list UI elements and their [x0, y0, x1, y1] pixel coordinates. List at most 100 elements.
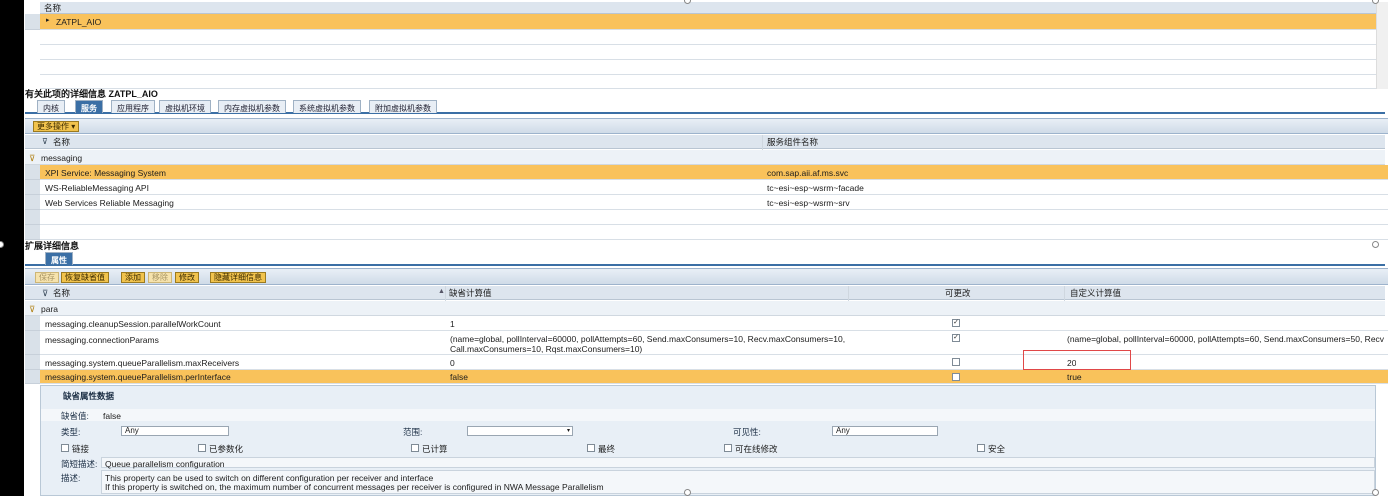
scrollbar-track[interactable] [1376, 2, 1388, 89]
property-row-selected[interactable]: messaging.system.queueParallelism.perInt… [40, 370, 1388, 384]
properties-filter-value[interactable]: para [41, 304, 58, 314]
extended-tabstrip: 属性 [25, 252, 1385, 266]
property-name: messaging.connectionParams [45, 335, 159, 345]
expand-arrow-icon[interactable]: ▸ [46, 17, 50, 25]
col-header-name[interactable]: 名称 [53, 288, 70, 298]
service-row-selected[interactable]: XPI Service: Messaging System com.sap.ai… [40, 165, 1388, 180]
restore-default-button[interactable]: 恢复缺省值 [61, 272, 109, 283]
short-desc-value: Queue parallelism configuration [105, 459, 225, 469]
services-table-header: ⊽ 名称 服务组件名称 [25, 135, 1385, 149]
tab-kernel[interactable]: 内核 [37, 100, 65, 113]
remove-button[interactable]: 移除 [148, 272, 172, 283]
flag-parameterized-label: 已参数化 [209, 444, 244, 454]
hide-details-button[interactable]: 隐藏详细信息 [210, 272, 266, 283]
frame-handle [684, 489, 691, 496]
flag-online-modifiable-checkbox[interactable] [724, 444, 732, 452]
top-row-selector[interactable] [25, 14, 40, 30]
property-default: false [450, 372, 468, 382]
properties-toolbar: 保存 恢复缺省值 添加 移除 修改 隐藏详细信息 [25, 268, 1388, 285]
service-component: com.sap.aii.af.ms.svc [767, 168, 849, 178]
col-header-name[interactable]: 名称 [53, 137, 70, 147]
visibility-field[interactable]: Any [832, 426, 938, 436]
property-name: messaging.cleanupSession.parallelWorkCou… [45, 319, 221, 329]
type-value: Any [125, 426, 139, 435]
range-select[interactable]: ▾ [467, 426, 573, 436]
default-value-row [41, 409, 1375, 421]
service-component: tc~esi~esp~wsrm~srv [767, 198, 850, 208]
service-name: WS-ReliableMessaging API [45, 183, 149, 193]
row-selector[interactable] [25, 210, 40, 225]
add-button[interactable]: 添加 [121, 272, 145, 283]
desc-label: 描述: [61, 473, 81, 483]
property-row[interactable]: messaging.connectionParams (name=global,… [40, 331, 1388, 355]
row-selector[interactable] [25, 180, 40, 195]
property-row[interactable]: messaging.cleanupSession.parallelWorkCou… [40, 316, 1388, 331]
services-toolbar: 更多操作 ▾ [25, 118, 1388, 134]
col-header-changeable[interactable]: 可更改 [945, 288, 971, 298]
services-filter-value[interactable]: messaging [41, 153, 82, 163]
details-tabstrip: 内核 服务 应用程序 虚拟机环境 内存虚拟机参数 系统虚拟机参数 附加虚拟机参数 [25, 100, 1385, 114]
property-default: 0 [450, 358, 455, 368]
top-table-row [40, 75, 1376, 89]
row-selector[interactable] [25, 316, 40, 331]
row-selector[interactable] [25, 225, 40, 240]
filter-funnel-icon[interactable]: ⊽ [29, 153, 35, 163]
row-selector[interactable] [25, 355, 40, 370]
flag-computed-label: 已计算 [422, 444, 448, 454]
details-title: 有关此项的详细信息 ZATPL_AIO [25, 89, 158, 99]
row-selector[interactable] [25, 331, 40, 355]
service-row[interactable]: Web Services Reliable Messaging tc~esi~e… [40, 195, 1388, 210]
properties-table-header: ⊽ 名称 ▲ 缺省计算值 可更改 自定义计算值 [25, 286, 1385, 300]
col-header-component[interactable]: 服务组件名称 [767, 137, 818, 147]
flag-secure-checkbox[interactable] [977, 444, 985, 452]
filter-icon[interactable]: ⊽ [42, 288, 48, 298]
left-black-bar [0, 0, 24, 496]
property-default-line2: Call.maxConsumers=10, Rqst.maxConsumers=… [450, 344, 643, 354]
flag-computed-checkbox[interactable] [411, 444, 419, 452]
visibility-label: 可见性: [733, 427, 761, 437]
changeable-checkbox[interactable]: ✓ [952, 319, 960, 327]
col-header-default[interactable]: 缺省计算值 [449, 288, 492, 298]
filter-icon[interactable]: ⊽ [42, 137, 48, 147]
property-custom: (name=global, pollInterval=60000, pollAt… [1067, 334, 1385, 344]
col-header-custom[interactable]: 自定义计算值 [1070, 288, 1121, 298]
row-selector[interactable] [25, 195, 40, 210]
top-table-header-label: 名称 [44, 3, 62, 13]
flag-link-label: 链接 [72, 444, 90, 454]
property-row[interactable]: messaging.system.queueParallelism.maxRec… [40, 355, 1388, 370]
tab-services[interactable]: 服务 [75, 100, 103, 113]
row-selector[interactable] [25, 370, 40, 384]
service-row-empty [40, 225, 1388, 240]
tab-additional-vm-params[interactable]: 附加虚拟机参数 [369, 100, 437, 113]
property-default: 1 [450, 319, 455, 329]
row-selector[interactable] [25, 165, 40, 180]
flag-secure-label: 安全 [988, 444, 1006, 454]
tab-system-vm-params[interactable]: 系统虚拟机参数 [293, 100, 361, 113]
sort-asc-icon[interactable]: ▲ [438, 288, 445, 296]
tab-properties[interactable]: 属性 [45, 252, 73, 265]
tab-vm-environment[interactable]: 虚拟机环境 [159, 100, 211, 113]
properties-filter-row: ⊽ para [25, 301, 1385, 316]
flag-link-checkbox[interactable] [61, 444, 69, 452]
service-name: XPI Service: Messaging System [45, 168, 166, 178]
tab-applications[interactable]: 应用程序 [111, 100, 155, 113]
more-actions-button[interactable]: 更多操作 ▾ [33, 121, 80, 132]
service-row[interactable]: WS-ReliableMessaging API tc~esi~esp~wsrm… [40, 180, 1388, 195]
service-name: Web Services Reliable Messaging [45, 198, 174, 208]
changeable-checkbox[interactable] [952, 358, 960, 366]
top-table-header: 名称 [40, 2, 1376, 14]
type-field[interactable]: Any [121, 426, 229, 436]
tab-memory-vm-params[interactable]: 内存虚拟机参数 [218, 100, 286, 113]
changeable-checkbox[interactable] [952, 373, 960, 381]
changeable-checkbox[interactable]: ✓ [952, 334, 960, 342]
filter-funnel-icon[interactable]: ⊽ [29, 304, 35, 314]
highlight-box [1023, 350, 1131, 370]
range-label: 范围: [403, 427, 423, 437]
flag-parameterized-checkbox[interactable] [198, 444, 206, 452]
flag-final-checkbox[interactable] [587, 444, 595, 452]
modify-button[interactable]: 修改 [175, 272, 199, 283]
save-button[interactable]: 保存 [35, 272, 59, 283]
top-table-row-selected[interactable]: ▸ ZATPL_AIO [40, 14, 1376, 30]
default-value: false [103, 411, 121, 421]
desc-field: This property can be used to switch on d… [101, 470, 1375, 494]
